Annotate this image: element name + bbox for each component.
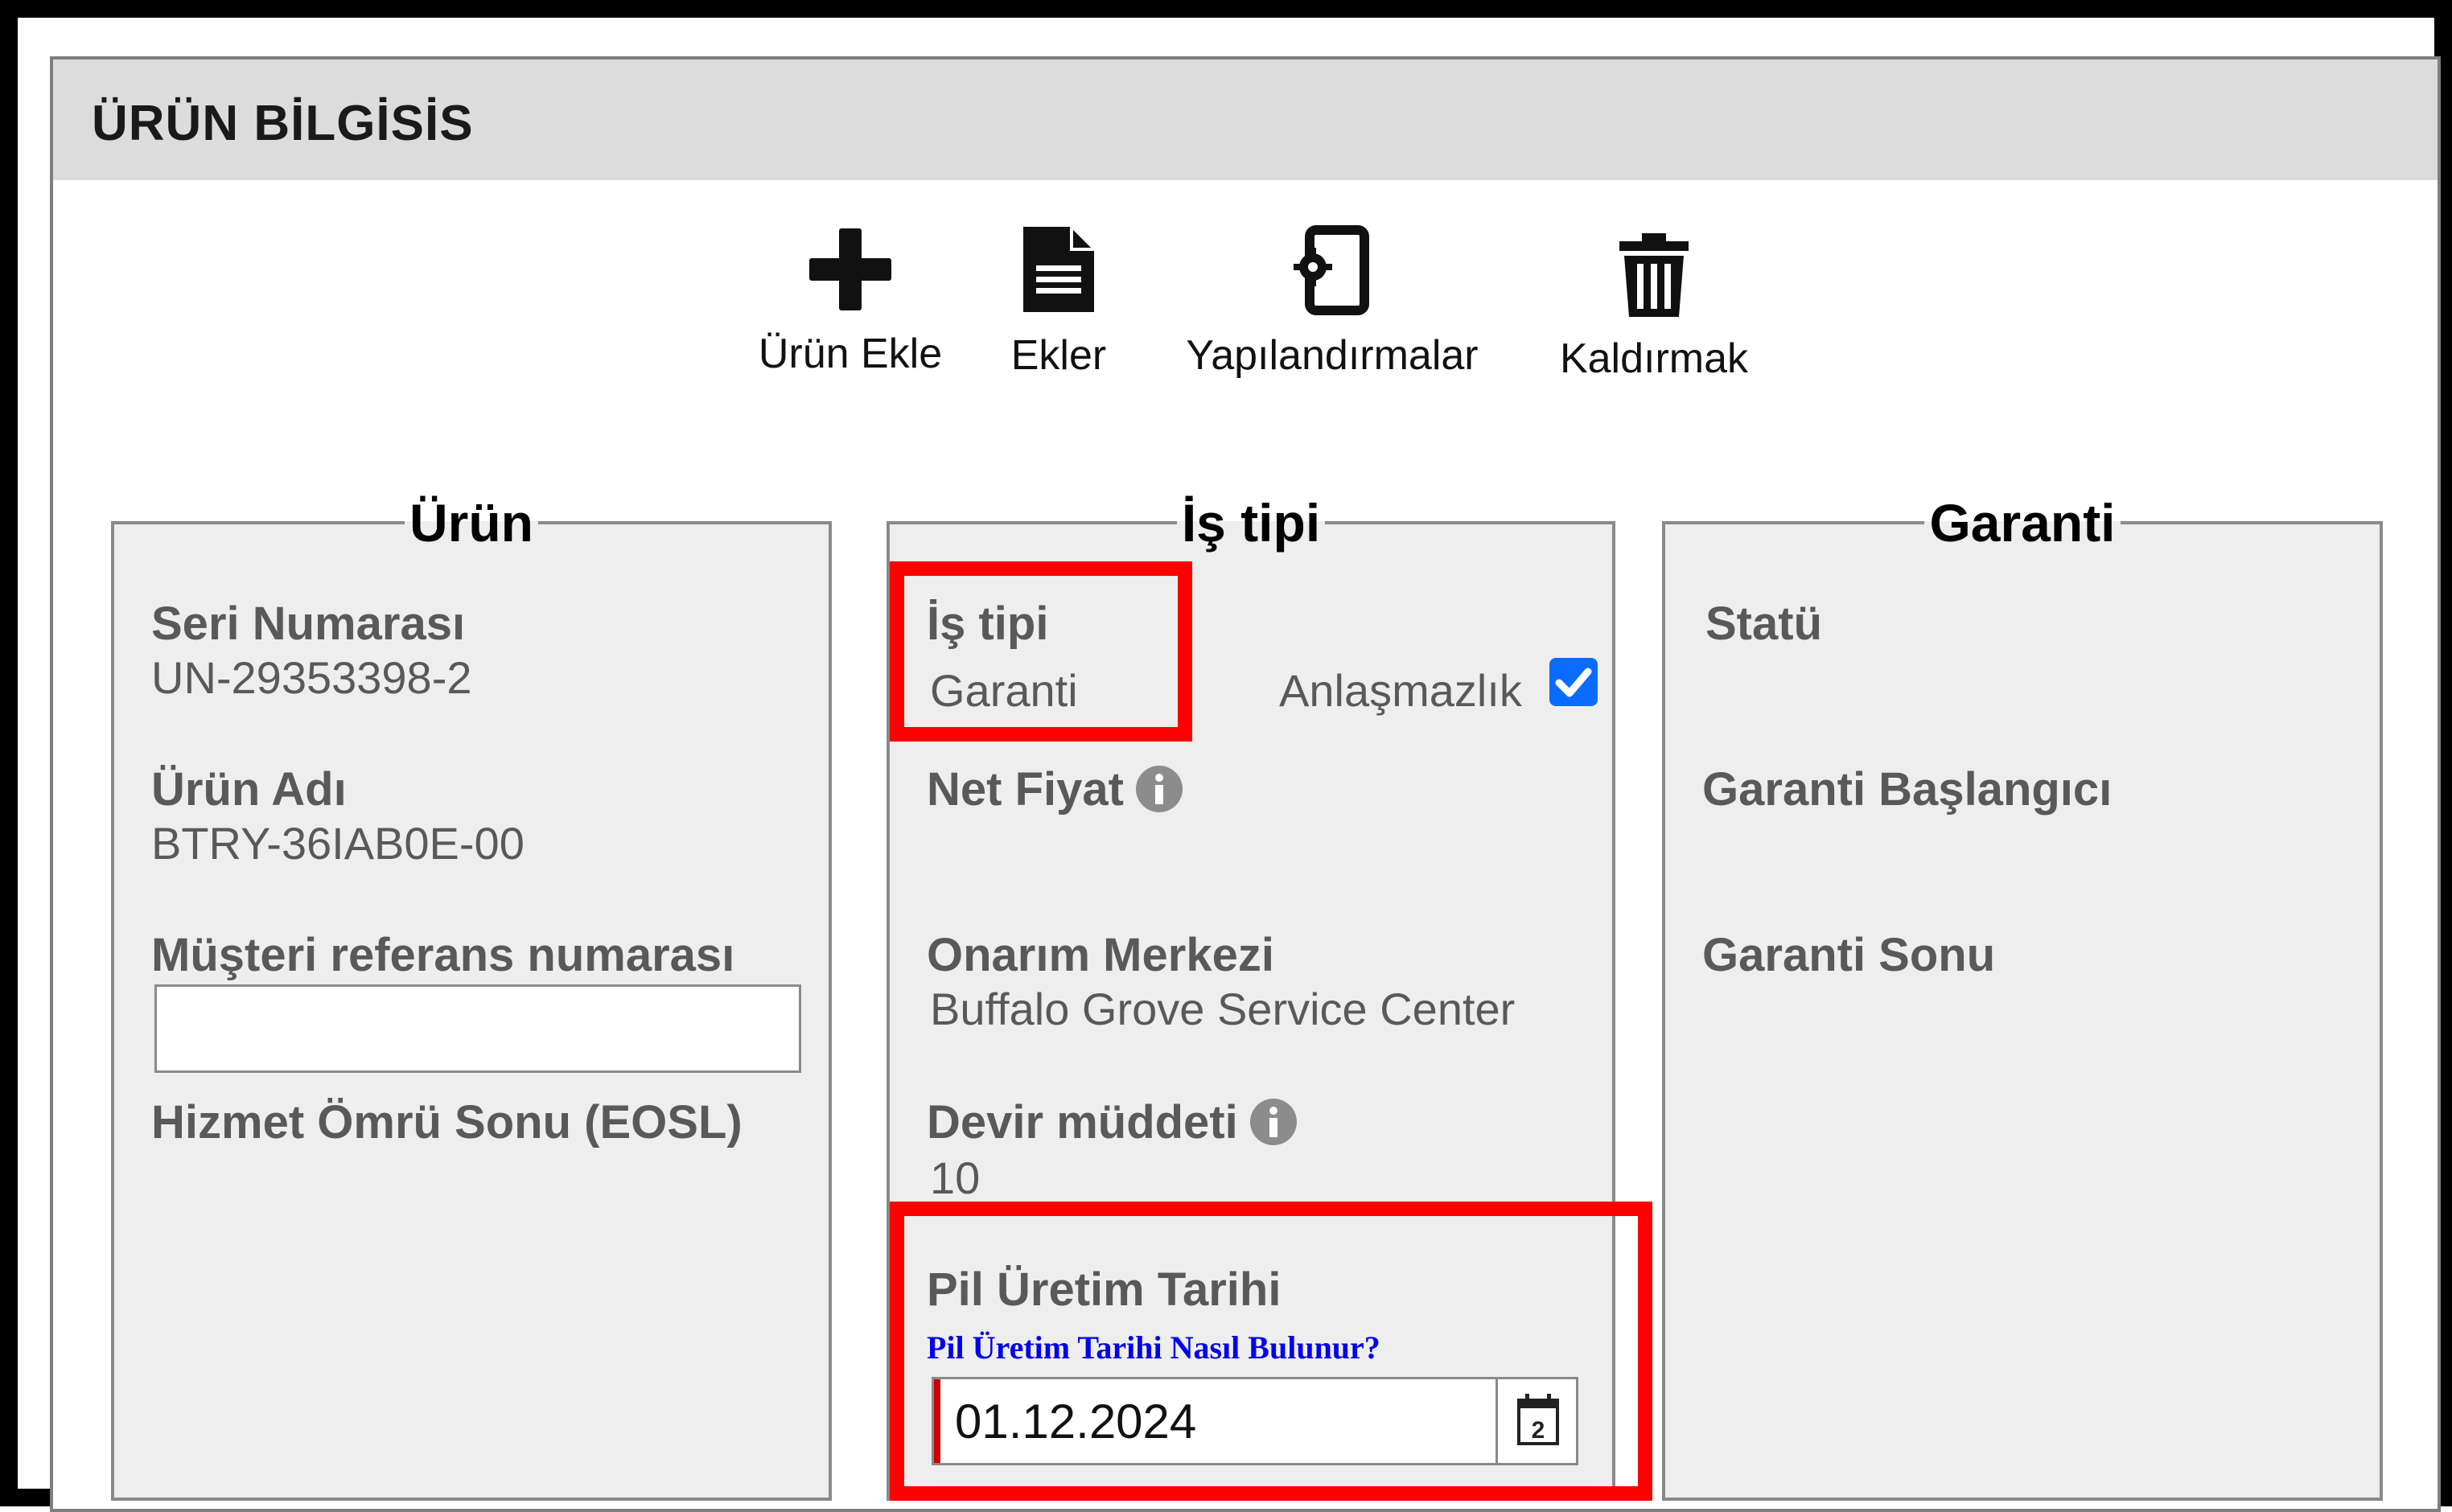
job-type-group-title: İş tipi <box>1181 493 1321 553</box>
add-product-label: Ürün Ekle <box>758 331 943 377</box>
calendar-day: 2 <box>1532 1417 1545 1444</box>
checkmark-icon <box>1555 668 1592 697</box>
screenshot-frame: ÜRÜN BİLGİSİS Ürün Ekle Ekler Yapılandır… <box>0 0 2452 1512</box>
net-price-row: Net Fiyat <box>927 762 1183 816</box>
product-info-panel: ÜRÜN BİLGİSİS Ürün Ekle Ekler Yapılandır… <box>50 56 2441 1512</box>
document-icon <box>1023 227 1094 312</box>
info-icon[interactable] <box>1249 1098 1298 1146</box>
calendar-button[interactable]: 2 <box>1495 1379 1576 1463</box>
product-name-label: Ürün Adı <box>151 763 347 816</box>
warranty-group-title: Garanti <box>1929 493 2116 553</box>
customer-reference-label: Müşteri referans numarası <box>151 929 735 981</box>
attachments-label: Ekler <box>1010 332 1107 379</box>
battery-date-label: Pil Üretim Tarihi <box>927 1263 1282 1316</box>
battery-date-help-link[interactable]: Pil Üretim Tarihi Nasıl Bulunur? <box>927 1329 1380 1366</box>
net-price-label: Net Fiyat <box>927 763 1124 816</box>
warranty-status-label: Statü <box>1705 598 1822 650</box>
info-icon[interactable] <box>1135 765 1183 813</box>
turnover-time-label: Devir müddeti <box>927 1096 1238 1148</box>
configurations-label: Yapılandırmalar <box>1186 332 1479 379</box>
config-icon <box>1294 225 1369 315</box>
serial-number-value: UN-29353398-2 <box>151 652 472 703</box>
page-title: ÜRÜN BİLGİSİS <box>92 96 474 151</box>
eosl-label: Hizmet Ömrü Sonu (EOSL) <box>151 1096 743 1148</box>
panel-header: ÜRÜN BİLGİSİS <box>53 60 2438 180</box>
calendar-icon: 2 <box>1517 1394 1559 1445</box>
battery-date-field: 2 <box>932 1377 1578 1465</box>
remove-label: Kaldırmak <box>1559 335 1749 382</box>
trash-icon <box>1619 233 1689 317</box>
serial-number-label: Seri Numarası <box>151 598 466 650</box>
product-group-title: Ürün <box>409 493 533 553</box>
customer-reference-input[interactable] <box>154 984 801 1073</box>
battery-date-input[interactable] <box>934 1379 1497 1463</box>
add-product-button[interactable]: Ürün Ekle <box>750 225 951 378</box>
turnover-time-row: Devir müddeti <box>927 1095 1298 1149</box>
attachments-button[interactable]: Ekler <box>1002 224 1115 380</box>
product-name-value: BTRY-36IAB0E-00 <box>151 818 525 869</box>
remove-button[interactable]: Kaldırmak <box>1533 232 1775 383</box>
turnover-time-value: 10 <box>930 1152 981 1203</box>
plus-icon <box>809 228 891 310</box>
warranty-start-label: Garanti Başlangıcı <box>1702 763 2113 816</box>
configurations-button[interactable]: Yapılandırmalar <box>1171 225 1493 380</box>
dispute-label: Anlaşmazlık <box>1279 665 1522 716</box>
warranty-end-label: Garanti Sonu <box>1702 929 1996 981</box>
repair-center-value: Buffalo Grove Service Center <box>930 984 1516 1034</box>
repair-center-label: Onarım Merkezi <box>927 929 1274 981</box>
dispute-checkbox[interactable] <box>1549 658 1598 706</box>
job-type-label: İş tipi <box>927 598 1049 650</box>
job-type-value: Garanti <box>930 665 1078 716</box>
